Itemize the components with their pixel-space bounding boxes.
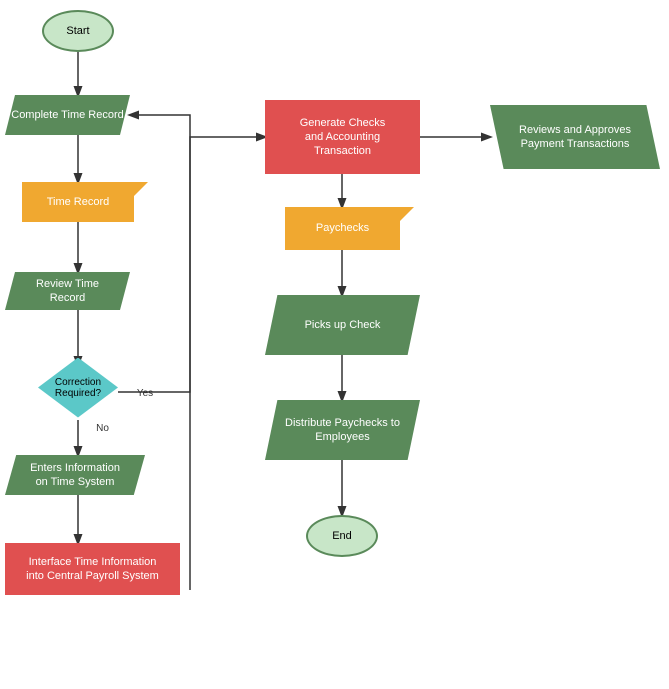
enters-info-label: Enters Information on Time System	[30, 461, 120, 490]
generate-checks-shape: Generate Checks and Accounting Transacti…	[265, 100, 420, 174]
review-time-record-label: Review Time Record	[36, 277, 99, 306]
paychecks-label: Paychecks	[316, 221, 369, 235]
review-time-record-shape: Review Time Record	[5, 272, 130, 310]
picks-up-check-label: Picks up Check	[305, 318, 381, 332]
time-record-label: Time Record	[47, 195, 110, 209]
end-label: End	[332, 529, 352, 543]
time-record-shape: Time Record	[22, 182, 134, 222]
no-label: No	[90, 420, 115, 436]
distribute-paychecks-shape: Distribute Paychecks to Employees	[265, 400, 420, 460]
complete-time-record-label: Complete Time Record	[11, 108, 124, 122]
time-record-note-tri	[134, 182, 148, 196]
interface-time-shape: Interface Time Information into Central …	[5, 543, 180, 595]
enters-info-shape: Enters Information on Time System	[5, 455, 145, 495]
end-shape: End	[306, 515, 378, 557]
flowchart-diagram: Start Complete Time Record Time Record R…	[0, 0, 669, 689]
generate-checks-label: Generate Checks and Accounting Transacti…	[300, 116, 386, 159]
distribute-paychecks-label: Distribute Paychecks to Employees	[285, 416, 400, 445]
picks-up-check-shape: Picks up Check	[265, 295, 420, 355]
reviews-approves-shape: Reviews and Approves Payment Transaction…	[490, 105, 660, 169]
start-label: Start	[66, 24, 89, 38]
yes-label: Yes	[130, 385, 160, 401]
paychecks-note-tri	[400, 207, 414, 221]
complete-time-record-shape: Complete Time Record	[5, 95, 130, 135]
paychecks-shape: Paychecks	[285, 207, 400, 250]
correction-required-wrap: Correction Required?	[38, 355, 118, 420]
interface-time-label: Interface Time Information into Central …	[26, 555, 159, 584]
reviews-approves-label: Reviews and Approves Payment Transaction…	[519, 123, 631, 152]
start-shape: Start	[42, 10, 114, 52]
correction-required-label: Correction Required?	[55, 377, 101, 399]
